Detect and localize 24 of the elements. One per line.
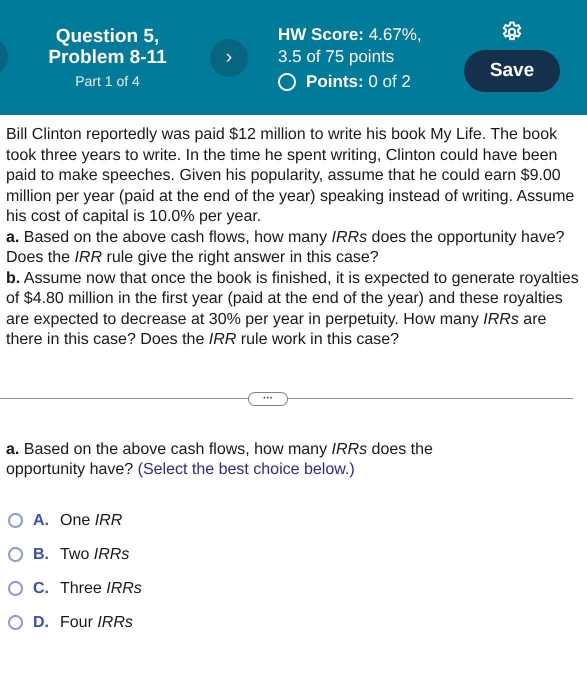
- choice-label[interactable]: One IRR: [60, 512, 122, 530]
- save-button[interactable]: Save: [464, 50, 560, 92]
- radio-button[interactable]: [8, 581, 23, 596]
- question-prompt: a. Based on the above cash flows, how many IRRs does the opportunity have? (Select the best choice below.): [6, 440, 433, 478]
- hw-score: HW Score: 4.67%, 3.5 of 75 points: [278, 24, 423, 68]
- expand-button[interactable]: ···: [248, 392, 288, 406]
- choice-label[interactable]: Three IRRs: [60, 580, 142, 598]
- problem-text: b. Assume now that once the book is finished, it is expected to generate royalties of $4.80 million in the first year (paid at the end of the year) and these royalties are expected to decrease at 30% per year in perpetuity. How many IRRs are there in this case? Does the IRR rule work in this case?: [6, 268, 580, 350]
- choice-letter: D.: [33, 614, 50, 632]
- points-label: Points: 0 of 2: [306, 72, 411, 92]
- problem-text: Bill Clinton reportedly was paid $12 million to write his book My Life. The book took three years to write. In the time he spent writing, Clinton could have been paid to make speeches. Given his popularity, assume that he could earn $9.00 million per year (paid at the end of the year) speaking instead of writing. Assume his cost of capital is 10.0% per year.: [6, 125, 576, 227]
- choice-letter: C.: [33, 580, 50, 598]
- problem-text: a. Based on the above cash flows, how many IRRs does the opportunity have? Does the IRR rule give the right answer in this case?: [6, 228, 566, 268]
- choice-label[interactable]: Two IRRs: [60, 546, 130, 564]
- next-button[interactable]: ›: [210, 38, 248, 76]
- part-label: Part 1 of 4: [75, 73, 140, 89]
- status-circle-icon: [278, 72, 296, 90]
- choice-letter: A.: [33, 512, 50, 530]
- radio-button[interactable]: [8, 547, 23, 562]
- question-title: Question 5, Problem 8-11: [47, 26, 168, 68]
- radio-button[interactable]: [8, 513, 23, 528]
- choice-label[interactable]: Four IRRs: [60, 614, 133, 632]
- choice-letter: B.: [33, 546, 50, 564]
- radio-button[interactable]: [8, 615, 23, 630]
